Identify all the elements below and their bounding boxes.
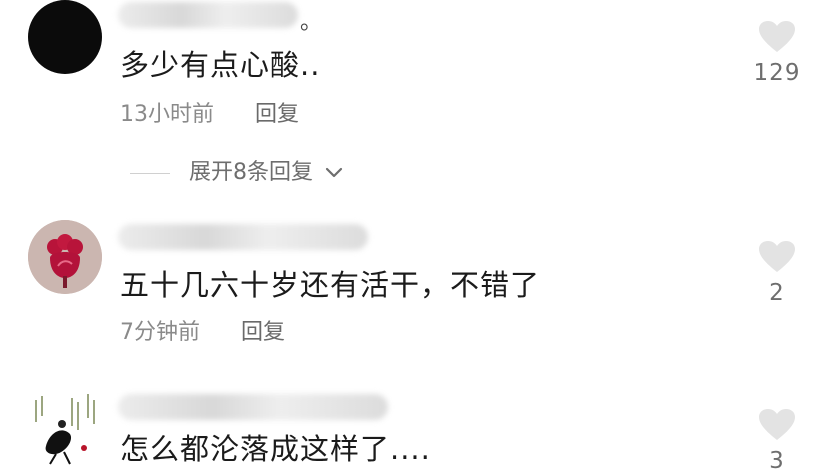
comment-3: 怎么都沦落成这样了.... 3 bbox=[0, 380, 824, 474]
username-tail: 。 bbox=[300, 10, 323, 35]
username-blurred[interactable] bbox=[118, 394, 388, 420]
like-button[interactable]: 129 bbox=[742, 20, 812, 86]
chevron-down-icon bbox=[325, 167, 343, 178]
avatar[interactable] bbox=[28, 220, 102, 294]
like-count: 3 bbox=[769, 448, 785, 474]
expand-replies-button[interactable]: 展开8条回复 bbox=[130, 154, 344, 186]
comment-text: 怎么都沦落成这样了.... bbox=[120, 432, 431, 466]
comment-text: 五十几六十岁还有活干，不错了 bbox=[120, 268, 541, 302]
like-button[interactable]: 3 bbox=[742, 408, 812, 474]
comment-meta: 7分钟前 回复 bbox=[120, 314, 285, 346]
heart-icon bbox=[759, 21, 795, 52]
comment-2: 五十几六十岁还有活干，不错了 7分钟前 回复 2 bbox=[0, 210, 824, 370]
like-count: 129 bbox=[753, 60, 801, 86]
avatar[interactable] bbox=[26, 386, 106, 466]
comment-text: 多少有点心酸.. bbox=[120, 48, 321, 82]
comment-meta: 13小时前 回复 bbox=[120, 96, 299, 128]
comment-time: 13小时前 bbox=[120, 102, 214, 127]
like-button[interactable]: 2 bbox=[742, 240, 812, 306]
username-blurred[interactable] bbox=[118, 2, 298, 28]
reply-button[interactable]: 回复 bbox=[241, 314, 285, 346]
avatar-flower-image bbox=[28, 220, 102, 294]
comment-time: 7分钟前 bbox=[120, 320, 200, 345]
reply-button[interactable]: 回复 bbox=[255, 96, 299, 128]
avatar-ink-painting-image bbox=[26, 386, 106, 466]
avatar[interactable] bbox=[28, 0, 102, 74]
comment-1: 。 多少有点心酸.. 13小时前 回复 展开8条回复 129 bbox=[0, 0, 824, 205]
divider bbox=[130, 172, 170, 174]
expand-replies-label: 展开8条回复 bbox=[189, 160, 313, 185]
heart-icon bbox=[759, 409, 795, 440]
like-count: 2 bbox=[769, 280, 785, 306]
username-blurred[interactable] bbox=[118, 224, 368, 250]
heart-icon bbox=[759, 241, 795, 272]
